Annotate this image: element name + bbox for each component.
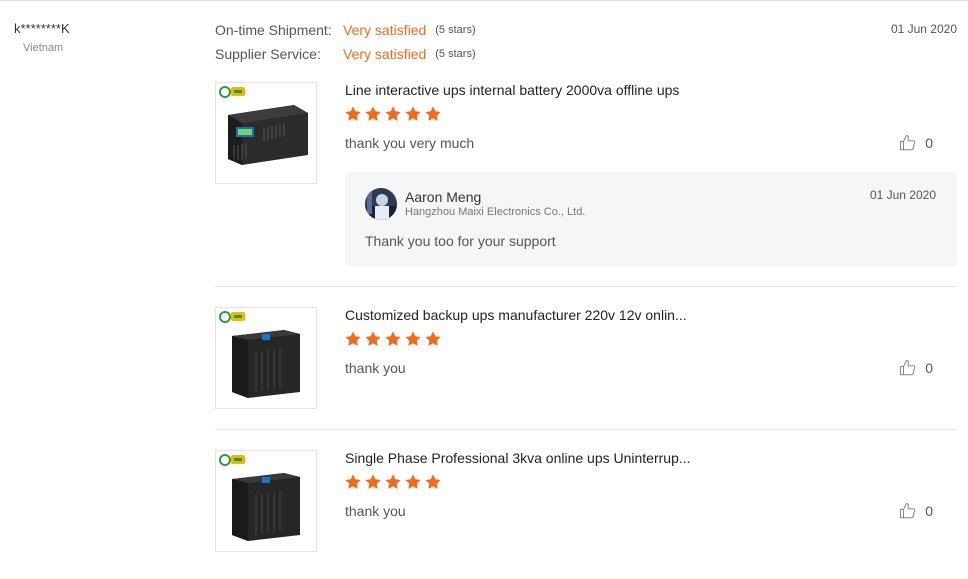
- like-count: 0: [925, 135, 933, 151]
- review-divider: [215, 429, 957, 430]
- reply-text: Thank you too for your support: [365, 233, 556, 249]
- like-button[interactable]: 0: [899, 359, 933, 377]
- rating-value: Very satisfied: [343, 22, 427, 38]
- product-review-3: Single Phase Professional 3kva online up…: [215, 450, 957, 552]
- star-icon: [405, 106, 421, 121]
- rating-stars-text: (5 stars): [435, 24, 476, 36]
- product-image[interactable]: [215, 450, 317, 552]
- ups-tower-image: [232, 330, 300, 398]
- review-comment: thank you: [345, 503, 406, 519]
- brand-logo-icon: [219, 86, 245, 98]
- reviewer-name: k********K: [14, 21, 70, 36]
- star-icon: [345, 106, 361, 121]
- star-icon: [425, 474, 441, 489]
- star-icon: [345, 331, 361, 346]
- like-count: 0: [925, 360, 933, 376]
- brand-logo-icon: [219, 454, 245, 466]
- star-icon: [365, 331, 381, 346]
- rating-supplier-service: Supplier Service: Very satisfied (5 star…: [215, 46, 476, 62]
- product-title[interactable]: Line interactive ups internal battery 20…: [345, 82, 679, 98]
- reply-date: 01 Jun 2020: [869, 188, 936, 202]
- like-button[interactable]: 0: [899, 134, 933, 152]
- avatar: [365, 188, 397, 220]
- rating-value: Very satisfied: [343, 46, 427, 62]
- star-icon: [385, 331, 401, 346]
- rating-label: Supplier Service:: [215, 46, 321, 62]
- rating-stars: [344, 330, 442, 348]
- star-icon: [385, 474, 401, 489]
- reply-author-name: Aaron Meng: [405, 189, 482, 205]
- review-divider: [215, 286, 957, 287]
- like-button[interactable]: 0: [899, 502, 933, 520]
- star-icon: [405, 474, 421, 489]
- product-review-1: Line interactive ups internal battery 20…: [215, 82, 957, 272]
- star-icon: [365, 474, 381, 489]
- ups-tower-image: [232, 473, 300, 541]
- review-date: 01 Jun 2020: [890, 22, 957, 36]
- product-title[interactable]: Single Phase Professional 3kva online up…: [345, 450, 691, 466]
- product-image[interactable]: [215, 307, 317, 409]
- star-icon: [425, 106, 441, 121]
- product-title[interactable]: Customized backup ups manufacturer 220v …: [345, 307, 687, 323]
- thumbs-up-icon: [900, 134, 916, 151]
- star-icon: [405, 331, 421, 346]
- ups-device-image: [228, 105, 308, 165]
- rating-stars: [344, 473, 442, 491]
- reviewer-info: k********K Vietnam: [14, 21, 70, 54]
- supplier-reply: Aaron Meng Hangzhou Maixi Electronics Co…: [345, 172, 957, 266]
- reviewer-country: Vietnam: [23, 42, 64, 54]
- rating-stars-text: (5 stars): [435, 48, 476, 60]
- reply-company: Hangzhou Maixi Electronics Co., Ltd.: [405, 206, 586, 218]
- top-divider: [0, 0, 968, 1]
- star-icon: [425, 331, 441, 346]
- star-icon: [345, 474, 361, 489]
- star-icon: [365, 106, 381, 121]
- rating-on-time-shipment: On-time Shipment: Very satisfied (5 star…: [215, 22, 476, 38]
- star-icon: [385, 106, 401, 121]
- product-review-2: Customized backup ups manufacturer 220v …: [215, 307, 957, 409]
- review-comment: thank you: [345, 360, 406, 376]
- brand-logo-icon: [219, 311, 245, 323]
- review-comment: thank you very much: [345, 135, 475, 151]
- product-image[interactable]: [215, 82, 317, 184]
- thumbs-up-icon: [900, 359, 916, 376]
- rating-stars: [344, 105, 442, 123]
- rating-label: On-time Shipment:: [215, 22, 332, 38]
- like-count: 0: [925, 503, 933, 519]
- thumbs-up-icon: [900, 502, 916, 519]
